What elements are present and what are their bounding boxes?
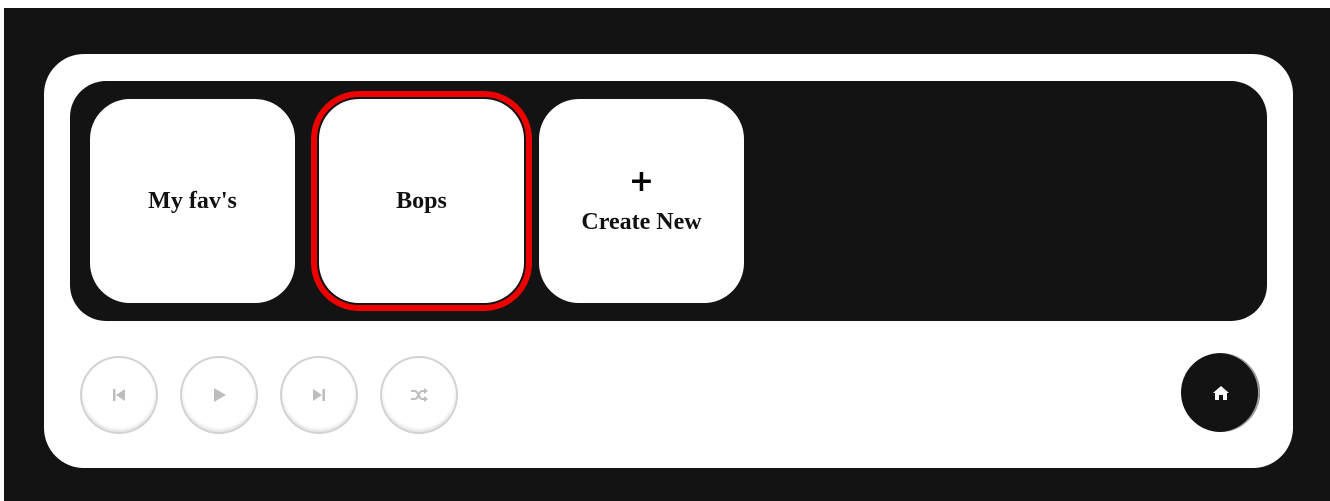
home-button[interactable]: [1181, 353, 1260, 432]
shuffle-button[interactable]: [380, 356, 458, 434]
playlist-tray: My fav's Bops + Create New: [70, 81, 1267, 321]
next-button[interactable]: [280, 356, 358, 434]
previous-button[interactable]: [80, 356, 158, 434]
playlist-label: My fav's: [148, 187, 237, 214]
playlist-card-my-favs[interactable]: My fav's: [90, 99, 295, 303]
playlist-card-bops[interactable]: Bops: [311, 91, 532, 311]
playlist-label: Bops: [396, 187, 447, 214]
app-background: My fav's Bops + Create New: [4, 8, 1330, 501]
home-icon: [1212, 385, 1229, 400]
play-button[interactable]: [180, 356, 258, 434]
shuffle-icon: [411, 388, 428, 402]
skip-next-icon: [313, 389, 325, 401]
skip-previous-icon: [113, 389, 125, 401]
play-icon: [214, 388, 226, 402]
player-panel: My fav's Bops + Create New: [44, 54, 1293, 468]
create-new-label: Create New: [581, 208, 702, 235]
create-new-playlist-button[interactable]: + Create New: [539, 99, 744, 303]
plus-icon: +: [628, 163, 655, 199]
